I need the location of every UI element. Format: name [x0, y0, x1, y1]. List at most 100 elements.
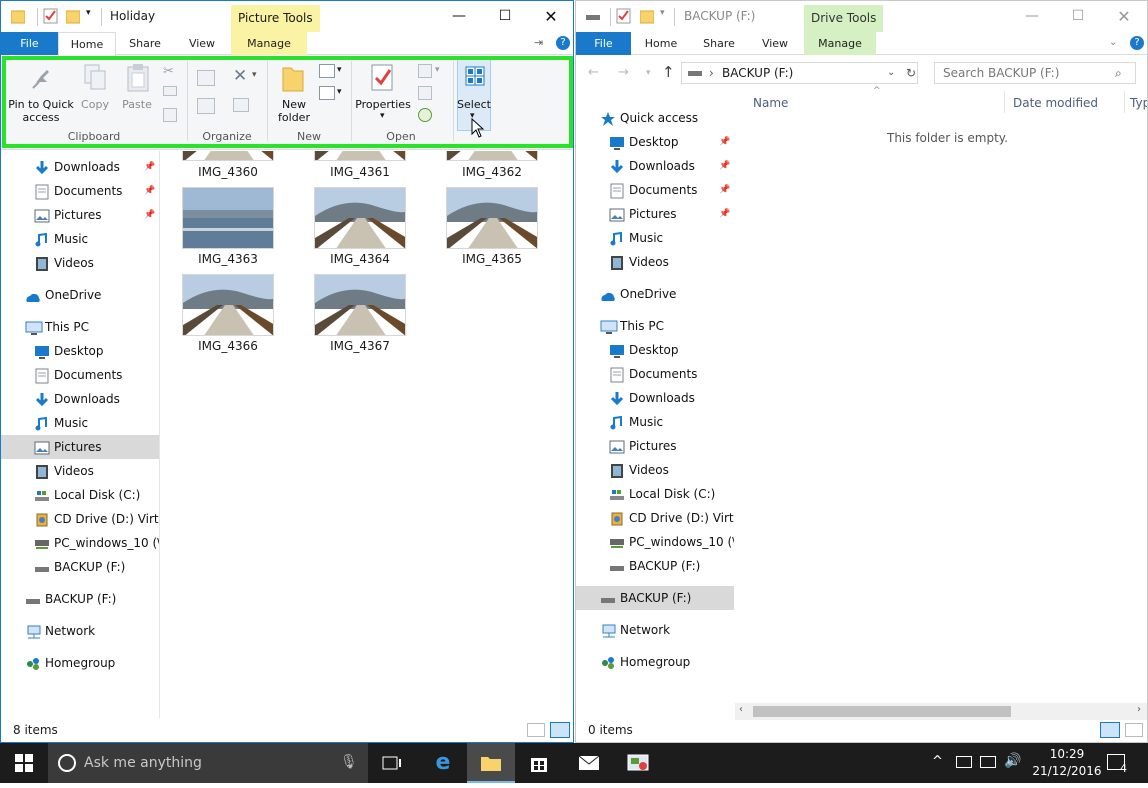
large-icons-view-icon[interactable]: [550, 722, 570, 738]
back-button[interactable]: ←: [588, 65, 599, 80]
nav-item-music[interactable]: Music: [576, 226, 734, 250]
nav-item-backup-f[interactable]: BACKUP (F:): [576, 586, 734, 610]
nav-item-local-disk-c[interactable]: Local Disk (C:): [1, 483, 159, 507]
nav-item-desktop[interactable]: Desktop 📌: [576, 130, 734, 154]
image-thumbnail[interactable]: [446, 187, 538, 249]
start-button[interactable]: [0, 743, 48, 783]
details-view-icon[interactable]: [1100, 722, 1120, 738]
nav-item-pictures[interactable]: Pictures: [1, 435, 159, 459]
clock[interactable]: 10:29 21/12/2016: [1030, 746, 1104, 780]
tab-file[interactable]: File: [576, 32, 631, 55]
tab-view[interactable]: View: [176, 32, 228, 55]
tab-view[interactable]: View: [749, 32, 801, 55]
control-panel-icon[interactable]: [614, 743, 662, 783]
show-hidden-icons-icon[interactable]: ^: [932, 754, 943, 769]
nav-item-downloads[interactable]: Downloads: [576, 386, 734, 410]
maximize-button[interactable]: ☐: [1055, 1, 1101, 32]
recent-locations-icon[interactable]: ▾: [646, 68, 651, 78]
search-input[interactable]: Search BACKUP (F:): [943, 63, 1059, 83]
properties-qat-icon[interactable]: [43, 8, 59, 26]
nav-item-pictures[interactable]: Pictures 📌: [576, 202, 734, 226]
nav-item-downloads[interactable]: Downloads: [1, 387, 159, 411]
search-box[interactable]: Search BACKUP (F:) ⌕: [934, 62, 1136, 84]
forward-button[interactable]: →: [618, 65, 629, 80]
image-thumbnail[interactable]: [314, 187, 406, 249]
image-thumbnail[interactable]: [314, 151, 406, 161]
image-thumbnail[interactable]: [182, 274, 274, 336]
large-icons-view-icon[interactable]: [1125, 723, 1143, 737]
nav-item-cd-drive-d-virtua[interactable]: CD Drive (D:) Virtua: [1, 507, 159, 531]
image-thumbnail[interactable]: [182, 151, 274, 161]
image-thumbnail[interactable]: [314, 274, 406, 336]
minimize-button[interactable]: —: [1009, 1, 1055, 32]
pin-ribbon-icon[interactable]: ⇥: [534, 36, 543, 49]
nav-item-backup-f[interactable]: BACKUP (F:): [1, 587, 159, 611]
nav-item-cd-drive-d-virtua[interactable]: CD Drive (D:) Virtua: [576, 506, 734, 530]
address-bar[interactable]: › BACKUP (F:) ⌄ ↻: [681, 62, 918, 84]
image-thumbnail[interactable]: [446, 151, 538, 161]
help-icon[interactable]: ?: [1130, 36, 1144, 50]
customize-qat-icon[interactable]: ▾: [86, 8, 96, 26]
address-dropdown-icon[interactable]: ⌄: [887, 63, 895, 83]
nav-item-music[interactable]: Music: [1, 227, 159, 251]
column-date-modified[interactable]: Date modified: [1013, 96, 1098, 110]
store-icon[interactable]: [515, 743, 563, 783]
column-type[interactable]: Typ: [1130, 96, 1147, 110]
tab-file[interactable]: File: [1, 32, 58, 55]
scroll-right-icon[interactable]: ›: [1137, 704, 1141, 715]
nav-item-quick-access[interactable]: Quick access: [576, 106, 734, 130]
nav-item-homegroup[interactable]: Homegroup: [1, 651, 159, 675]
nav-item-documents[interactable]: Documents: [576, 362, 734, 386]
tab-share[interactable]: Share: [693, 32, 745, 55]
tab-manage[interactable]: Manage: [804, 32, 876, 55]
close-button[interactable]: ✕: [528, 1, 573, 32]
nav-item-this-pc[interactable]: This PC: [576, 314, 734, 338]
cortana-search-box[interactable]: Ask me anything 🎙: [48, 743, 368, 783]
customize-qat-icon[interactable]: ▾: [660, 8, 670, 26]
image-thumbnail[interactable]: [182, 187, 274, 249]
nav-item-backup-f[interactable]: BACKUP (F:): [1, 555, 159, 579]
scrollbar-thumb[interactable]: [753, 706, 1011, 717]
file-explorer-icon[interactable]: [467, 743, 515, 783]
nav-item-this-pc[interactable]: This PC: [1, 315, 159, 339]
minimize-button[interactable]: —: [436, 1, 482, 32]
nav-item-desktop[interactable]: Desktop: [576, 338, 734, 362]
tab-share[interactable]: Share: [119, 32, 171, 55]
nav-item-documents[interactable]: Documents: [1, 363, 159, 387]
mail-icon[interactable]: [565, 743, 613, 783]
nav-item-videos[interactable]: Videos: [1, 459, 159, 483]
nav-item-documents[interactable]: Documents 📌: [576, 178, 734, 202]
nav-item-documents[interactable]: Documents 📌: [1, 179, 159, 203]
battery-icon[interactable]: [956, 756, 972, 768]
column-name[interactable]: Name: [753, 96, 788, 110]
nav-item-downloads[interactable]: Downloads 📌: [576, 154, 734, 178]
nav-item-desktop[interactable]: Desktop: [1, 339, 159, 363]
nav-item-pc-windows-10-v[interactable]: PC_windows_10 (\\v: [576, 530, 734, 554]
new-folder-qat-icon[interactable]: [639, 8, 655, 26]
refresh-icon[interactable]: ↻: [906, 63, 916, 83]
edge-icon[interactable]: e: [419, 743, 467, 783]
cortana-search-input[interactable]: Ask me anything: [84, 755, 202, 771]
microphone-icon[interactable]: 🎙: [340, 754, 358, 770]
tab-home[interactable]: Home: [636, 32, 686, 55]
tab-manage[interactable]: Manage: [231, 32, 307, 55]
help-icon[interactable]: ?: [556, 36, 570, 50]
properties-qat-icon[interactable]: [616, 8, 632, 26]
nav-item-network[interactable]: Network: [576, 618, 734, 642]
nav-item-onedrive[interactable]: OneDrive: [1, 283, 159, 307]
nav-item-videos[interactable]: Videos: [1, 251, 159, 275]
nav-item-homegroup[interactable]: Homegroup: [576, 650, 734, 674]
breadcrumb-chevron-icon[interactable]: ›: [709, 63, 714, 83]
network-icon[interactable]: [980, 756, 996, 768]
new-folder-qat-icon[interactable]: [65, 8, 81, 26]
nav-item-music[interactable]: Music: [1, 411, 159, 435]
nav-item-onedrive[interactable]: OneDrive: [576, 282, 734, 306]
expand-ribbon-icon[interactable]: ⌄: [1109, 37, 1117, 48]
close-button[interactable]: ✕: [1101, 1, 1147, 32]
up-button[interactable]: ↑: [662, 63, 675, 81]
breadcrumb[interactable]: BACKUP (F:): [722, 63, 793, 83]
maximize-button[interactable]: ☐: [482, 1, 528, 32]
nav-item-pictures[interactable]: Pictures 📌: [1, 203, 159, 227]
nav-item-local-disk-c[interactable]: Local Disk (C:): [576, 482, 734, 506]
details-view-icon[interactable]: [527, 723, 545, 737]
